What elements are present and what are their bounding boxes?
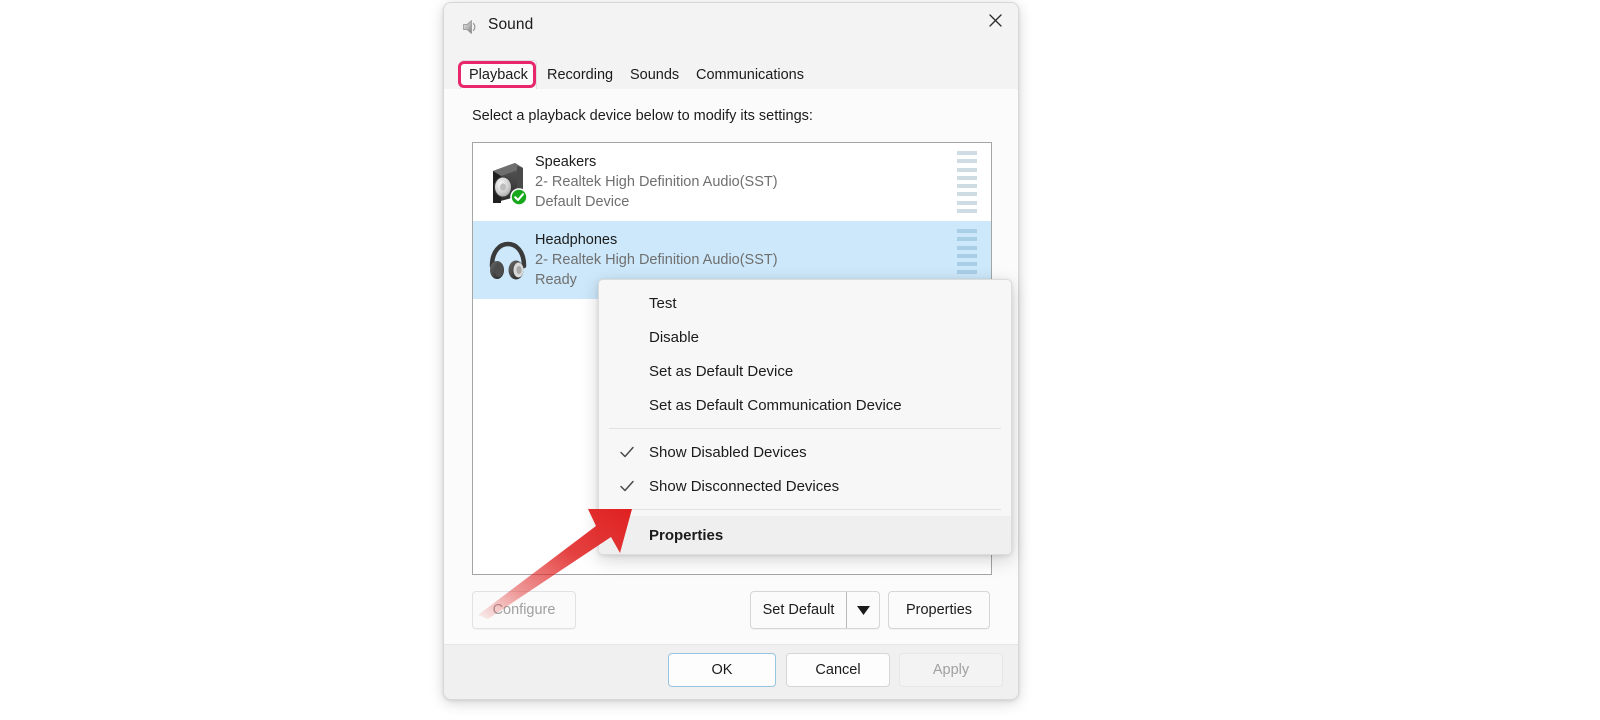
menu-item-show-disabled-devices[interactable]: Show Disabled Devices bbox=[599, 435, 1011, 469]
device-context-menu: Test Disable Set as Default Device Set a… bbox=[598, 279, 1012, 555]
menu-item-disable[interactable]: Disable bbox=[599, 320, 1011, 354]
device-driver: 2- Realtek High Definition Audio(SST) bbox=[535, 174, 778, 190]
title-bar: Sound bbox=[444, 3, 1018, 51]
list-item[interactable]: Speakers 2- Realtek High Definition Audi… bbox=[473, 143, 991, 221]
chevron-down-icon[interactable] bbox=[846, 592, 879, 628]
set-default-button[interactable]: Set Default bbox=[751, 592, 846, 628]
tab-communications[interactable]: Communications bbox=[688, 60, 812, 89]
properties-button[interactable]: Properties bbox=[888, 591, 990, 629]
instruction-text: Select a playback device below to modify… bbox=[472, 108, 813, 124]
configure-button[interactable]: Configure bbox=[472, 591, 576, 629]
dialog-footer: OK Cancel Apply bbox=[444, 644, 1018, 699]
close-icon[interactable] bbox=[972, 3, 1018, 37]
tab-recording[interactable]: Recording bbox=[539, 60, 621, 89]
speaker-icon bbox=[483, 157, 531, 207]
tab-sounds[interactable]: Sounds bbox=[622, 60, 687, 89]
menu-item-label: Show Disconnected Devices bbox=[649, 477, 840, 495]
volume-meter-segment bbox=[957, 253, 977, 258]
cancel-button[interactable]: Cancel bbox=[786, 653, 890, 687]
menu-item-label: Disable bbox=[649, 328, 700, 346]
volume-meter-segment bbox=[957, 245, 977, 250]
volume-meter-segment bbox=[957, 262, 977, 267]
menu-item-label: Test bbox=[649, 294, 677, 312]
tab-recording-label: Recording bbox=[547, 66, 614, 83]
sound-speaker-icon bbox=[460, 17, 480, 37]
menu-item-properties[interactable]: Properties bbox=[599, 516, 1011, 554]
window-title: Sound bbox=[488, 16, 534, 33]
volume-meter-segment bbox=[957, 175, 977, 180]
volume-meter-segment bbox=[957, 184, 977, 189]
apply-button[interactable]: Apply bbox=[899, 653, 1003, 687]
menu-item-label: Set as Default Communication Device bbox=[649, 396, 902, 414]
menu-item-test[interactable]: Test bbox=[599, 286, 1011, 320]
volume-meter bbox=[957, 151, 977, 213]
menu-separator bbox=[609, 509, 1001, 510]
volume-meter-segment bbox=[957, 159, 977, 164]
tab-strip: Playback Recording Sounds Communications bbox=[444, 60, 1018, 90]
device-driver: 2- Realtek High Definition Audio(SST) bbox=[535, 252, 778, 268]
device-name: Speakers bbox=[535, 154, 597, 170]
menu-item-set-as-default-device[interactable]: Set as Default Device bbox=[599, 354, 1011, 388]
volume-meter-segment bbox=[957, 270, 977, 275]
menu-separator bbox=[609, 428, 1001, 429]
volume-meter-segment bbox=[957, 237, 977, 242]
set-default-split-button[interactable]: Set Default bbox=[750, 591, 880, 629]
tab-playback[interactable]: Playback bbox=[460, 60, 537, 90]
menu-item-show-disconnected-devices[interactable]: Show Disconnected Devices bbox=[599, 469, 1011, 503]
volume-meter-segment bbox=[957, 167, 977, 172]
device-info: Speakers 2- Realtek High Definition Audi… bbox=[535, 152, 778, 212]
volume-meter-segment bbox=[957, 151, 977, 155]
headphones-icon bbox=[483, 235, 531, 285]
device-controls-row: Configure Set Default Properties bbox=[472, 591, 990, 631]
tab-playback-label: Playback bbox=[469, 67, 528, 83]
checkmark-icon bbox=[619, 478, 635, 494]
tab-communications-label: Communications bbox=[696, 66, 804, 83]
volume-meter-segment bbox=[957, 208, 977, 213]
volume-meter-segment bbox=[957, 200, 977, 205]
menu-item-label: Set as Default Device bbox=[649, 362, 794, 380]
volume-meter-segment bbox=[957, 192, 977, 197]
volume-meter-segment bbox=[957, 229, 977, 233]
checkmark-icon bbox=[619, 444, 635, 460]
device-status: Default Device bbox=[535, 194, 630, 210]
ok-button[interactable]: OK bbox=[668, 653, 776, 687]
device-name: Headphones bbox=[535, 232, 618, 248]
tab-sounds-label: Sounds bbox=[630, 66, 680, 83]
menu-item-set-as-default-communication-device[interactable]: Set as Default Communication Device bbox=[599, 388, 1011, 422]
menu-item-label: Show Disabled Devices bbox=[649, 443, 807, 461]
menu-item-label: Properties bbox=[649, 526, 724, 544]
